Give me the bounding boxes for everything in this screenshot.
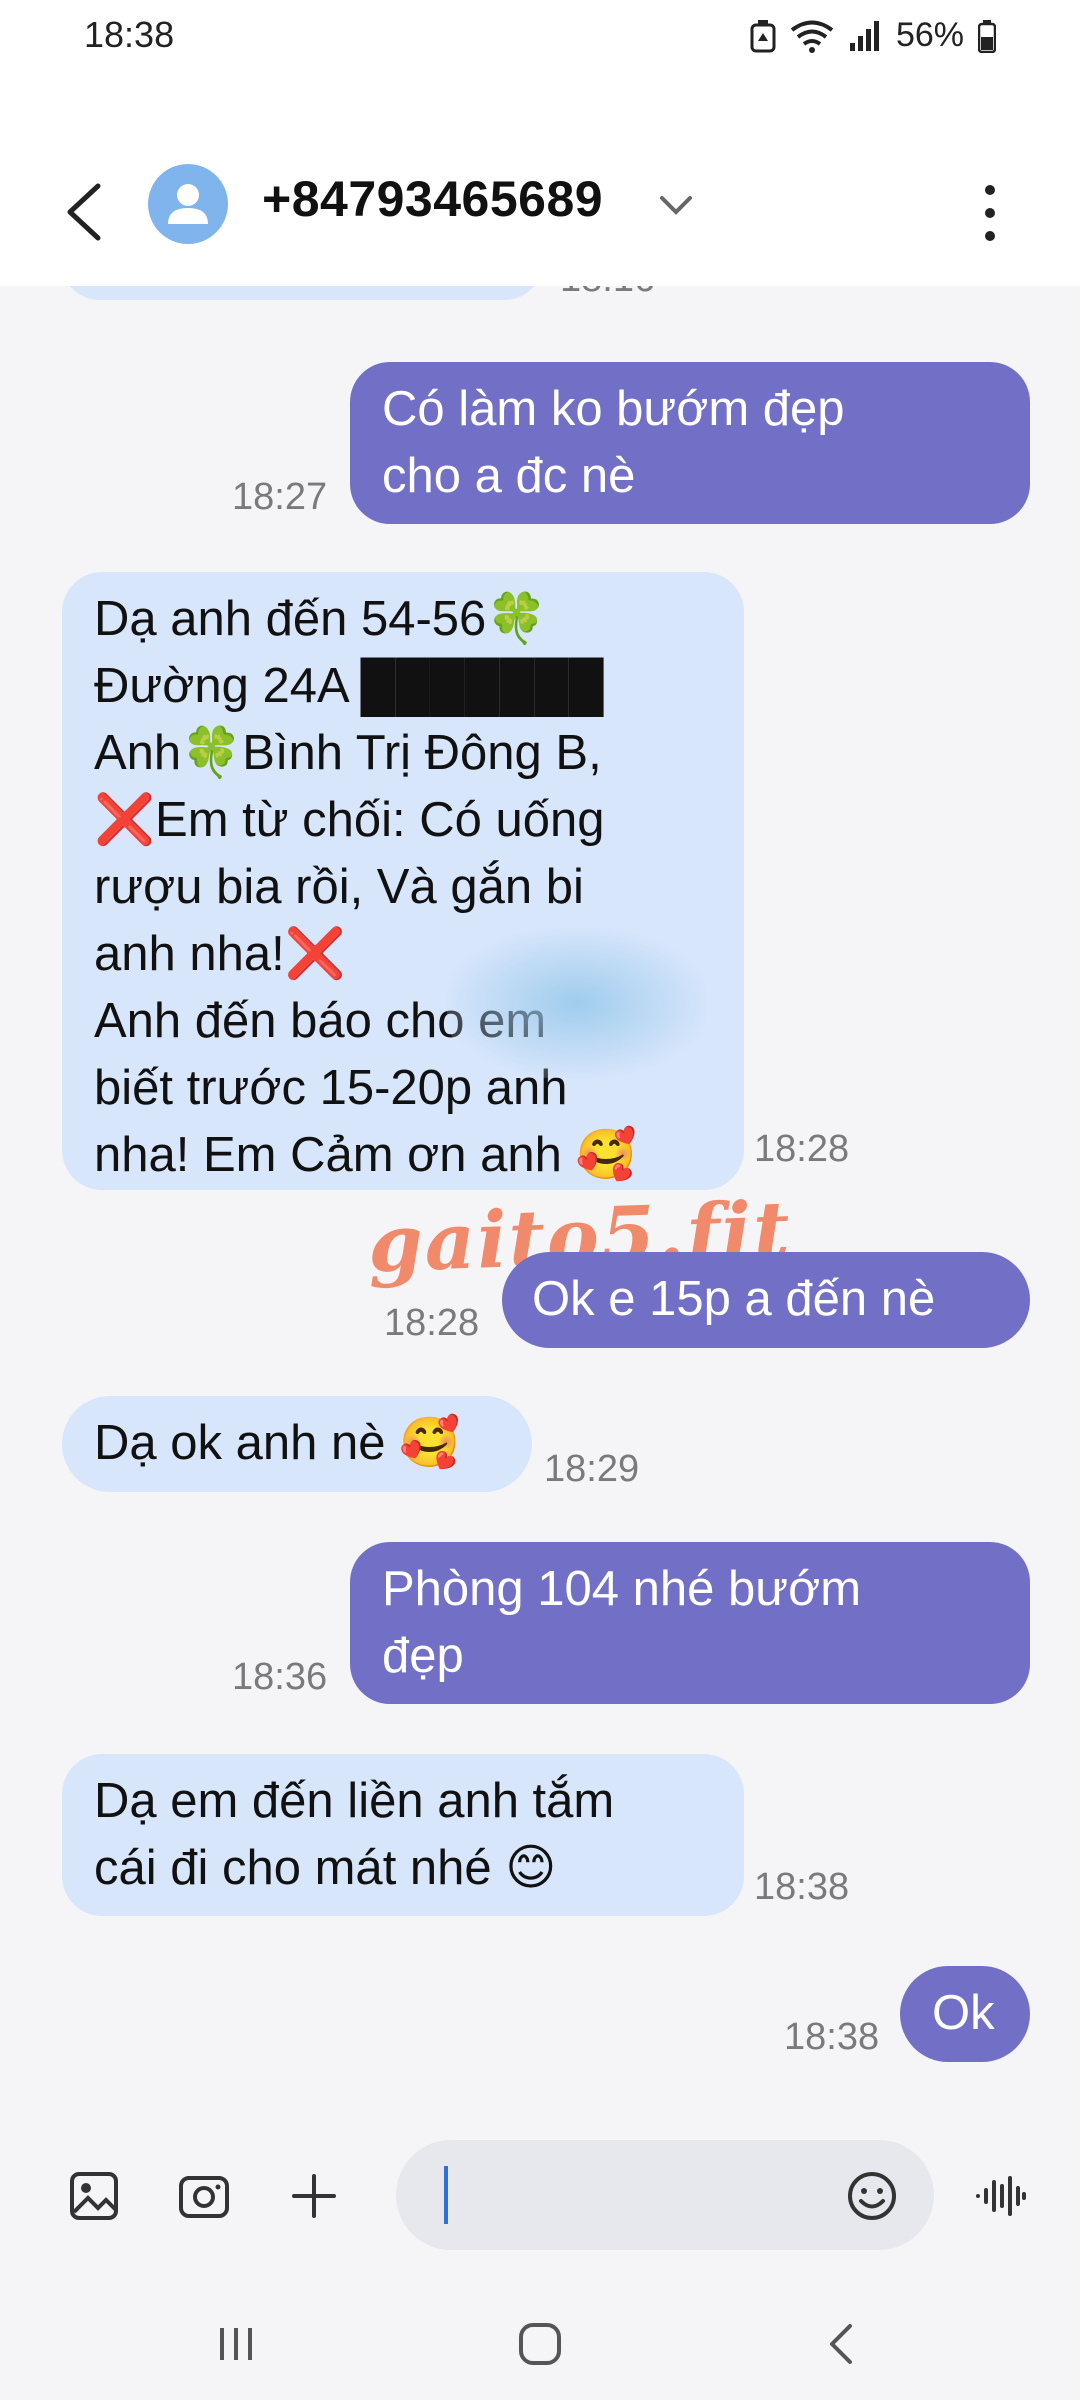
emoji-icon bbox=[848, 2172, 896, 2220]
more-options-button[interactable] bbox=[970, 178, 1010, 248]
recycle-icon bbox=[750, 19, 776, 53]
contact-name[interactable]: +84793465689 bbox=[262, 170, 603, 228]
wifi-icon bbox=[790, 19, 834, 53]
message-text: Dạ ok anh nè 🥰 bbox=[94, 1416, 461, 1470]
outgoing-message[interactable]: Có làm ko bướm đẹp cho a đc nè bbox=[350, 362, 1030, 524]
message-text: Phòng 104 nhé bướm đẹp bbox=[382, 1562, 862, 1683]
message-time: 18:28 bbox=[384, 1302, 480, 1344]
battery-icon bbox=[978, 19, 996, 53]
nav-back-button[interactable] bbox=[814, 2316, 870, 2372]
message-time: 18:29 bbox=[544, 1448, 640, 1490]
camera-button[interactable] bbox=[176, 2168, 232, 2224]
voice-record-button[interactable] bbox=[972, 2168, 1028, 2224]
message-text: Dạ anh đến 54-56🍀 Đường 24A ███████ Anh🍀… bbox=[94, 592, 637, 1182]
incoming-message[interactable]: Dạ em đến liền anh tắm cái đi cho mát nh… bbox=[62, 1754, 744, 1916]
home-icon bbox=[519, 2323, 561, 2365]
back-arrow-icon bbox=[67, 183, 101, 241]
recents-button[interactable] bbox=[208, 2316, 264, 2372]
person-icon bbox=[168, 184, 208, 224]
outgoing-message[interactable]: Ok e 15p a đến nè bbox=[502, 1252, 1030, 1348]
back-button[interactable] bbox=[56, 176, 112, 248]
message-text: Ok e 15p a đến nè bbox=[532, 1272, 936, 1326]
message-time: 18:38 bbox=[784, 2016, 880, 2058]
message-time: 18:16 bbox=[560, 286, 655, 301]
message-time: 18:38 bbox=[754, 1866, 850, 1908]
plus-icon bbox=[292, 2174, 336, 2218]
message-time: 18:27 bbox=[232, 476, 328, 518]
recents-icon bbox=[220, 2328, 252, 2360]
messages-screen: 18:38 56% +84793465689 Có làm ko bướm đẹ… bbox=[0, 0, 1080, 2400]
message-text: Dạ em đến liền anh tắm cái đi cho mát nh… bbox=[94, 1774, 615, 1895]
status-icons: 56% bbox=[750, 16, 996, 55]
nav-back-icon bbox=[830, 2324, 852, 2364]
incoming-message[interactable] bbox=[62, 286, 542, 300]
system-nav-bar bbox=[0, 2286, 1080, 2400]
add-attachment-button[interactable] bbox=[286, 2168, 342, 2224]
message-text: Ok bbox=[932, 1986, 995, 2040]
message-list[interactable]: 18:16 Có làm ko bướm đẹp cho a đc nè 18:… bbox=[0, 286, 1080, 2116]
conversation-header: +84793465689 bbox=[0, 80, 1080, 286]
signal-icon bbox=[848, 19, 882, 53]
status-bar: 18:38 56% bbox=[0, 0, 1080, 80]
image-icon bbox=[70, 2172, 118, 2220]
more-vertical-icon bbox=[985, 185, 995, 241]
incoming-message[interactable]: Dạ ok anh nè 🥰 bbox=[62, 1396, 532, 1492]
composer-bar bbox=[0, 2116, 1080, 2286]
outgoing-message[interactable]: Ok bbox=[900, 1966, 1030, 2062]
text-cursor bbox=[444, 2166, 448, 2224]
status-time: 18:38 bbox=[84, 14, 175, 55]
incoming-message[interactable]: Dạ anh đến 54-56🍀 Đường 24A ███████ Anh🍀… bbox=[62, 572, 744, 1190]
message-time: 18:28 bbox=[754, 1128, 850, 1170]
avatar[interactable] bbox=[148, 164, 228, 244]
battery-percent: 56% bbox=[895, 16, 964, 54]
message-text: Có làm ko bướm đẹp cho a đc nè bbox=[382, 382, 845, 503]
emoji-button[interactable] bbox=[844, 2168, 900, 2224]
message-composer[interactable] bbox=[396, 2140, 934, 2250]
contact-details-toggle[interactable] bbox=[656, 190, 696, 220]
message-time: 18:36 bbox=[232, 1656, 328, 1698]
message-input[interactable] bbox=[442, 2164, 826, 2226]
gallery-button[interactable] bbox=[66, 2168, 122, 2224]
chevron-down-icon bbox=[660, 196, 692, 215]
camera-icon bbox=[179, 2176, 229, 2218]
outgoing-message[interactable]: Phòng 104 nhé bướm đẹp bbox=[350, 1542, 1030, 1704]
voice-wave-icon bbox=[976, 2176, 1026, 2216]
redacted-blur bbox=[447, 928, 707, 1078]
home-button[interactable] bbox=[512, 2316, 568, 2372]
